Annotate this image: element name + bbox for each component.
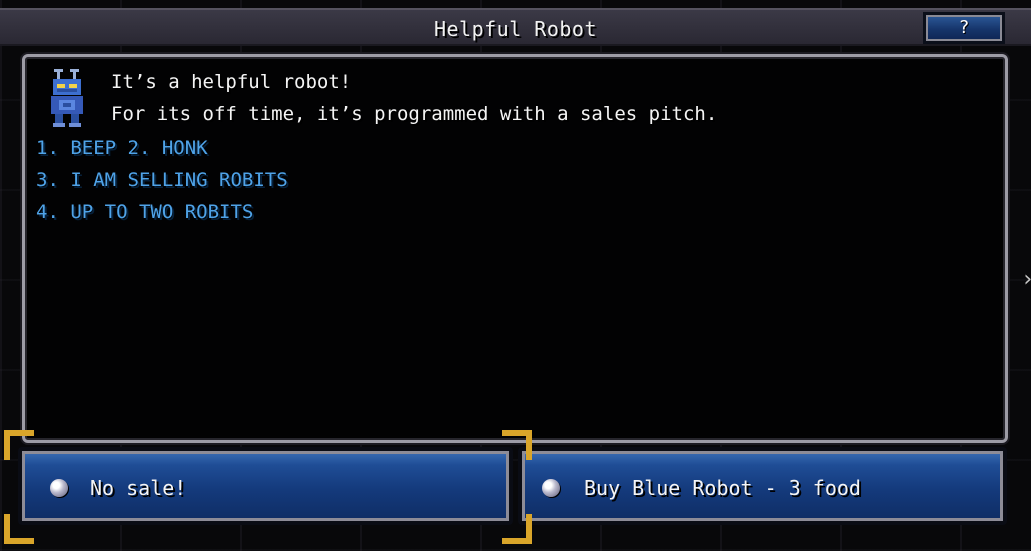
dialog-panel: It’s a helpful robot! For its off time, … [22,54,1008,443]
choice-label: Buy Blue Robot - 3 food [584,476,861,500]
sales-pitch-line: 1. BEEP 2. HONK [36,137,208,159]
sales-pitch-line: 3. I AM SELLING ROBITS [36,169,288,191]
choice-label: No sale! [90,476,187,500]
corner-bracket-icon [502,514,532,544]
window-title: Helpful Robot [433,17,598,41]
corner-bracket-icon [4,430,34,460]
no-sale-button[interactable]: No sale! [18,447,513,525]
dialog-message-line: It’s a helpful robot! [111,71,352,93]
sales-pitch-line: 4. UP TO TWO ROBITS [36,201,254,223]
bullet-orb-icon [542,479,560,497]
corner-bracket-icon [502,430,532,460]
corner-bracket-icon [4,514,34,544]
title-bar: Helpful Robot ? [0,8,1031,46]
scroll-arrow-icon: › [1021,265,1031,295]
bullet-orb-icon [50,479,68,497]
blue-robot-icon [51,69,83,127]
buy-blue-robot-button[interactable]: Buy Blue Robot - 3 food [518,447,1007,525]
dialog-message-line: For its off time, it’s programmed with a… [111,103,718,125]
help-button[interactable]: ? [923,12,1005,44]
